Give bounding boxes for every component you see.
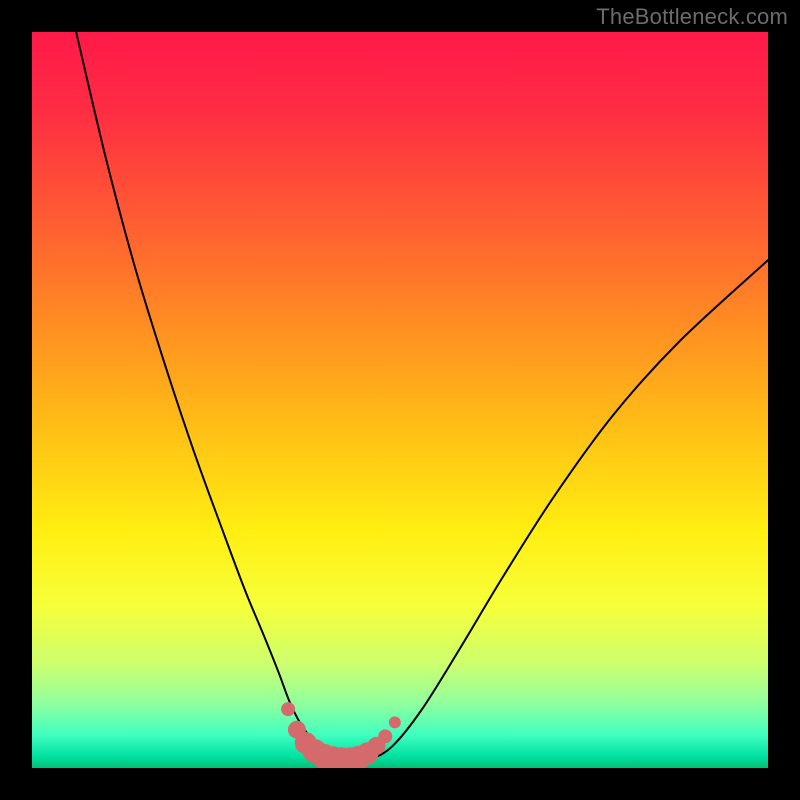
highlight-marker (378, 729, 392, 743)
watermark-text: TheBottleneck.com (596, 4, 788, 30)
outer-frame: TheBottleneck.com (0, 0, 800, 800)
chart-svg (32, 32, 768, 768)
plot-area (32, 32, 768, 768)
extra-marker (389, 716, 401, 728)
gradient-background (32, 32, 768, 768)
highlight-marker (281, 702, 295, 716)
